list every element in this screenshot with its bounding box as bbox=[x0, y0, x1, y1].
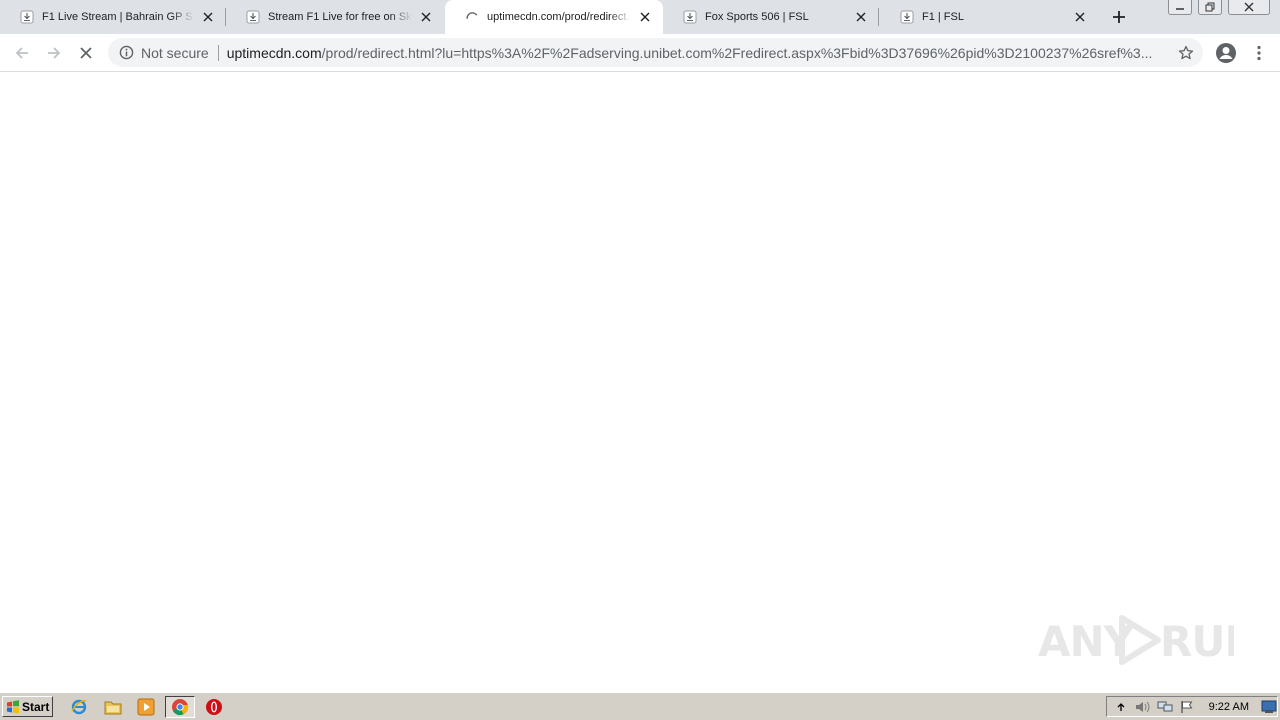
account-circle-icon bbox=[1216, 43, 1236, 63]
more-vert-icon bbox=[1257, 45, 1261, 61]
start-label: Start bbox=[22, 699, 50, 714]
tab-fox-sports-506[interactable]: Fox Sports 506 | FSL bbox=[663, 0, 879, 34]
tab-close-icon[interactable] bbox=[853, 9, 869, 25]
windows-logo-icon bbox=[7, 699, 19, 713]
tab-title: F1 | FSL bbox=[922, 11, 964, 23]
show-hidden-icons-icon[interactable] bbox=[1113, 699, 1129, 715]
arrow-left-icon bbox=[15, 47, 28, 59]
tab-title: Fox Sports 506 | FSL bbox=[705, 11, 809, 23]
new-tab-button[interactable] bbox=[1109, 7, 1129, 27]
file-explorer-icon[interactable] bbox=[103, 697, 123, 717]
tab-close-icon[interactable] bbox=[637, 9, 653, 25]
back-button[interactable] bbox=[9, 40, 35, 66]
anyrun-watermark-logo: ANY RUN bbox=[1038, 610, 1234, 670]
stop-icon bbox=[80, 47, 92, 59]
page-icon bbox=[246, 10, 260, 24]
start-button[interactable]: Start bbox=[2, 696, 53, 717]
tab-close-icon[interactable] bbox=[200, 9, 216, 25]
show-desktop-icon[interactable] bbox=[1261, 699, 1277, 715]
menu-button[interactable] bbox=[1246, 40, 1272, 66]
tab-strip: F1 Live Stream | Bahrain GP Stream Strea… bbox=[0, 0, 1280, 34]
close-window-button[interactable] bbox=[1228, 0, 1270, 15]
info-icon[interactable] bbox=[118, 45, 134, 61]
system-tray: 9:22 AM bbox=[1106, 696, 1278, 717]
opera-icon[interactable] bbox=[204, 697, 224, 717]
minimize-icon bbox=[1176, 8, 1184, 10]
svg-text:RUN: RUN bbox=[1160, 617, 1234, 666]
tab-f1-fsl[interactable]: F1 | FSL bbox=[880, 0, 1098, 34]
clock[interactable]: 9:22 AM bbox=[1209, 701, 1249, 713]
close-icon bbox=[1244, 2, 1254, 12]
profile-button[interactable] bbox=[1213, 40, 1239, 66]
media-player-icon[interactable] bbox=[136, 697, 156, 717]
network-icon[interactable] bbox=[1157, 699, 1173, 715]
tab-title: uptimecdn.com/prod/redirect.html bbox=[487, 11, 631, 23]
window-controls bbox=[1162, 0, 1270, 16]
minimize-button[interactable] bbox=[1168, 0, 1192, 15]
plus-icon bbox=[1113, 11, 1125, 23]
tab-stream-f1-sky[interactable]: Stream F1 Live for free on Sky Sports bbox=[226, 0, 444, 34]
bookmark-star-icon[interactable] bbox=[1177, 44, 1195, 62]
tab-title: Stream F1 Live for free on Sky Sports bbox=[268, 11, 412, 23]
tab-f1-live-stream[interactable]: F1 Live Stream | Bahrain GP Stream bbox=[0, 0, 226, 34]
page-content bbox=[0, 72, 1280, 692]
omnibox-divider bbox=[217, 44, 219, 61]
volume-icon[interactable] bbox=[1135, 699, 1151, 715]
internet-explorer-icon[interactable] bbox=[69, 697, 89, 717]
url-host: uptimecdn.com bbox=[226, 44, 322, 61]
url-path: /prod/redirect.html?lu=https%3A%2F%2Fads… bbox=[321, 44, 1153, 61]
tab-title: F1 Live Stream | Bahrain GP Stream bbox=[42, 11, 194, 23]
browser-toolbar: Not secure uptimecdn.com/prod/redirect.h… bbox=[0, 34, 1280, 72]
tab-close-icon[interactable] bbox=[418, 9, 434, 25]
page-icon bbox=[683, 10, 697, 24]
address-bar[interactable]: Not secure uptimecdn.com/prod/redirect.h… bbox=[108, 38, 1203, 67]
tab-close-icon[interactable] bbox=[1072, 9, 1088, 25]
forward-button[interactable] bbox=[41, 40, 67, 66]
chrome-icon[interactable] bbox=[165, 696, 195, 718]
restore-icon bbox=[1205, 2, 1215, 12]
action-center-flag-icon[interactable] bbox=[1179, 699, 1195, 715]
page-icon bbox=[20, 10, 34, 24]
tab-separator bbox=[878, 8, 879, 26]
security-status-label[interactable]: Not secure bbox=[141, 45, 209, 61]
url-text[interactable]: uptimecdn.com/prod/redirect.html?lu=http… bbox=[227, 45, 1171, 61]
stop-loading-button[interactable] bbox=[73, 40, 99, 66]
page-icon bbox=[900, 10, 914, 24]
arrow-right-icon bbox=[48, 47, 61, 59]
restore-button[interactable] bbox=[1198, 0, 1222, 15]
loading-spinner-icon bbox=[465, 10, 479, 24]
taskbar: Start 9:22 AM bbox=[0, 692, 1280, 720]
tab-uptimecdn-redirect[interactable]: uptimecdn.com/prod/redirect.html bbox=[445, 0, 663, 34]
